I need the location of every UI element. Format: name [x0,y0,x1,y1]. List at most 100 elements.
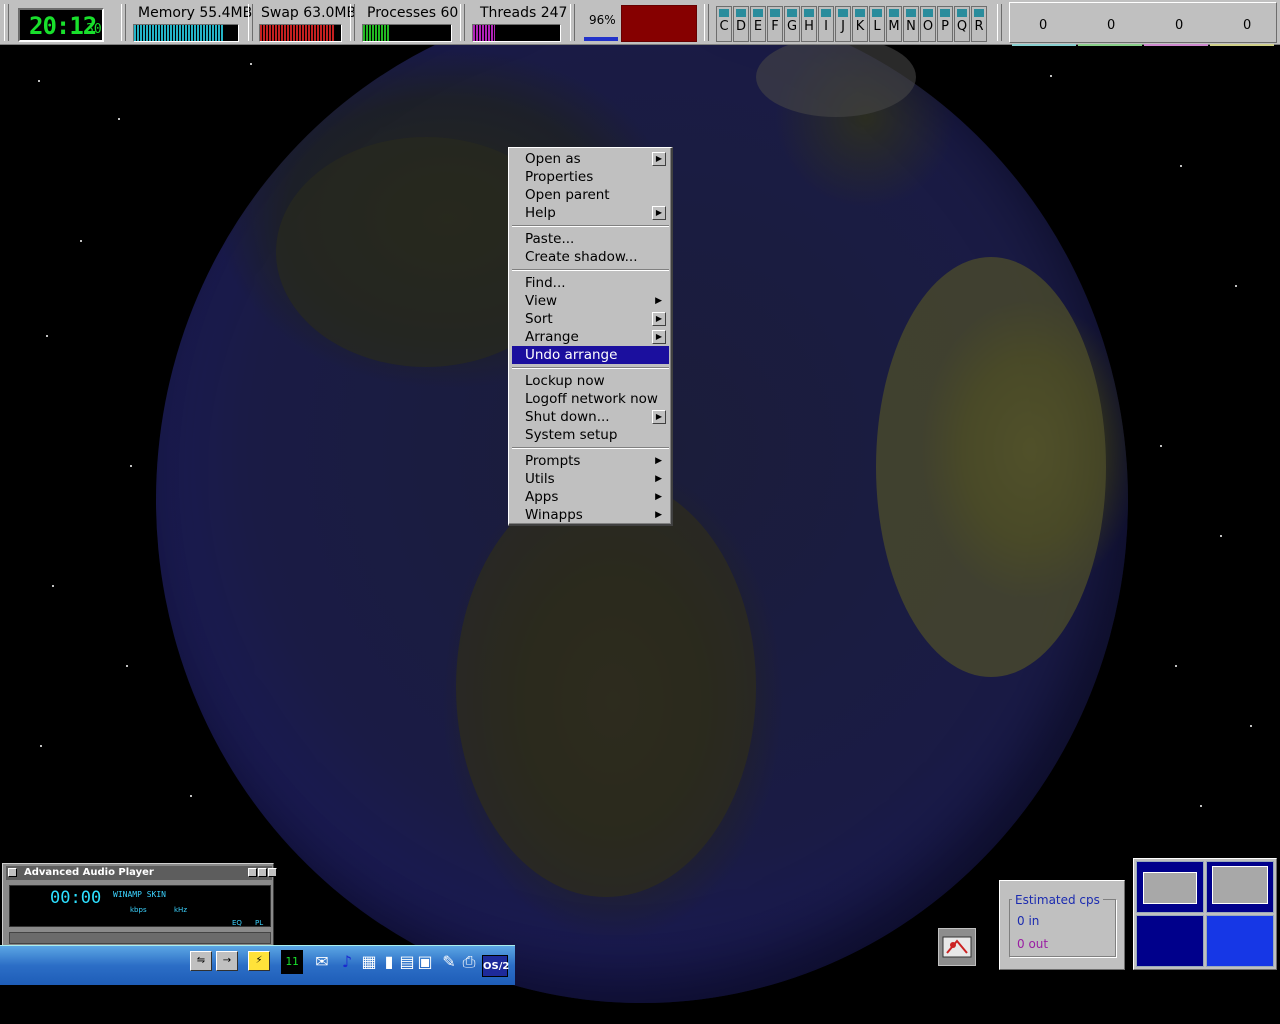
drive-m[interactable]: M [886,6,902,42]
virtual-desktop-1[interactable] [1136,861,1204,913]
submenu-arrow-icon: ▶ [655,492,662,502]
menu-item-create-shadow[interactable]: Create shadow... [512,248,669,266]
menu-item-system-setup[interactable]: System setup [512,426,669,444]
bar-grip[interactable] [704,4,709,41]
menu-separator [512,269,669,271]
bar-grip[interactable] [350,4,355,41]
bar-grip[interactable] [4,4,9,41]
submenu-button-icon[interactable]: ▶ [652,152,666,166]
lightning-icon[interactable]: ⚡ [248,951,270,971]
menu-item-paste[interactable]: Paste... [512,230,669,248]
menu-item-label: Undo arrange [525,347,618,363]
drive-activity-led [804,9,814,17]
menu-item-help[interactable]: Help ▶ [512,204,669,222]
cps-in: 0 in [1017,914,1040,928]
close-icon[interactable] [268,868,277,877]
menu-item-properties[interactable]: Properties [512,168,669,186]
drive-n[interactable]: N [903,6,919,42]
restore-icon[interactable] [258,868,267,877]
menu-item-label: Winapps [525,507,583,523]
menu-item-arrange[interactable]: Arrange ▶ [512,328,669,346]
submenu-button-icon[interactable]: ▶ [652,410,666,424]
menu-item-prompts[interactable]: Prompts ▶ [512,452,669,470]
drive-p[interactable]: P [937,6,953,42]
drive-c[interactable]: C [716,6,732,42]
submenu-button-icon[interactable]: ▶ [652,206,666,220]
processes-meter [362,24,452,42]
menu-item-label: Help [525,205,556,221]
minimize-icon[interactable] [248,868,257,877]
bar-grip[interactable] [460,4,465,41]
seek-bar[interactable] [9,932,271,944]
drive-activity-led [838,9,848,17]
menu-item-open-as[interactable]: Open as ▶ [512,150,669,168]
menu-item-lockup-now[interactable]: Lockup now [512,372,669,390]
submenu-button-icon[interactable]: ▶ [652,330,666,344]
menu-item-open-parent[interactable]: Open parent [512,186,669,204]
calculator-icon[interactable]: ▦ [358,950,380,974]
menu-item-view[interactable]: View ▶ [512,292,669,310]
bar-grip[interactable] [570,4,575,41]
menu-item-apps[interactable]: Apps ▶ [512,488,669,506]
drive-h[interactable]: H [801,6,817,42]
virtual-desktop-2[interactable] [1206,861,1274,913]
system-menu-icon[interactable] [8,868,17,877]
repeat-button[interactable]: → [216,951,238,971]
player-display: 00:00 WINAMP SKIN kbps kHz EQ PL [9,885,271,927]
menu-item-logoff-network-now[interactable]: Logoff network now [512,390,669,408]
bar-grip[interactable] [997,4,1002,41]
threads-meter [472,24,561,42]
drive-l[interactable]: L [869,6,885,42]
music-note-icon[interactable]: ♪ [336,950,358,974]
menu-item-utils[interactable]: Utils ▶ [512,470,669,488]
khz-label: kHz [174,906,187,914]
submenu-arrow-icon: ▶ [655,296,662,306]
playlist-toggle[interactable]: PL [255,919,263,927]
drive-j[interactable]: J [835,6,851,42]
bar-grip[interactable] [248,4,253,41]
playback-time: 00:00 [50,888,102,908]
menu-item-sort[interactable]: Sort ▶ [512,310,669,328]
drive-e[interactable]: E [750,6,766,42]
clock-icon[interactable]: 11 [281,950,303,974]
digital-clock: 20:12 30 [18,8,104,42]
eq-toggle[interactable]: EQ [232,919,242,927]
drive-f[interactable]: F [767,6,783,42]
drive-k[interactable]: K [852,6,868,42]
drive-o[interactable]: O [920,6,936,42]
drives-icon[interactable]: ▣ [414,950,436,974]
menu-item-label: Open parent [525,187,610,203]
drive-letter: P [941,19,949,34]
submenu-button-icon[interactable]: ▶ [652,312,666,326]
drive-r[interactable]: R [971,6,987,42]
drive-activity-led [787,9,797,17]
menu-item-find[interactable]: Find... [512,274,669,292]
bar-grip[interactable] [121,4,126,41]
desktop-object-icon[interactable] [938,928,976,966]
virtual-desktop-3[interactable] [1136,915,1204,967]
menu-item-winapps[interactable]: Winapps ▶ [512,506,669,524]
drive-letter: E [753,19,763,34]
drive-activity-led [855,9,865,17]
net-counter: 0 [1175,18,1184,33]
drive-letter: N [906,19,916,34]
mail-icon[interactable]: ✉ [311,950,333,974]
menu-item-shut-down[interactable]: Shut down... ▶ [512,408,669,426]
network-monitor: 0 0 0 0 [1009,2,1277,46]
drive-g[interactable]: G [784,6,800,42]
os2-icon[interactable]: OS/2 [482,955,509,977]
drive-d[interactable]: D [733,6,749,42]
song-title: WINAMP SKIN [113,890,166,899]
shuffle-button[interactable]: ⇋ [190,951,212,971]
processes-label: Processes 60 [367,5,459,21]
player-titlebar[interactable]: Advanced Audio Player [6,866,277,880]
drive-activity-led [821,9,831,17]
drive-q[interactable]: Q [954,6,970,42]
submenu-arrow-icon: ▶ [655,510,662,520]
printer-icon[interactable]: ⎙ [458,950,480,974]
drive-i[interactable]: I [818,6,834,42]
pen-icon[interactable]: ✎ [438,950,460,974]
menu-item-label: System setup [525,427,618,443]
menu-item-undo-arrange[interactable]: Undo arrange [512,346,669,364]
virtual-desktop-4[interactable] [1206,915,1274,967]
